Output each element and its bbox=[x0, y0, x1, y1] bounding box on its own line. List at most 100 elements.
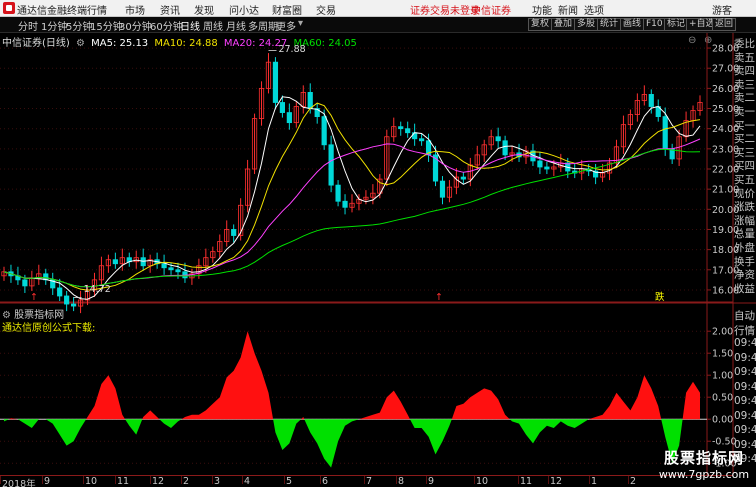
period-monthly[interactable]: 月线 bbox=[226, 18, 246, 33]
date-tick-mark: | bbox=[588, 475, 591, 484]
adjust-button[interactable]: 复权 bbox=[528, 18, 553, 31]
candle-body bbox=[105, 259, 111, 267]
candle-body bbox=[98, 265, 105, 281]
candle-body bbox=[224, 229, 230, 242]
menu-news[interactable]: 资讯 bbox=[160, 2, 180, 17]
back-button[interactable]: 返回 bbox=[712, 18, 737, 31]
overlay-button[interactable]: 叠加 bbox=[551, 18, 576, 31]
menu-function[interactable]: 功能 bbox=[532, 2, 552, 17]
ma10-line bbox=[3, 102, 701, 291]
candle-body bbox=[523, 150, 529, 158]
period-60min[interactable]: 60分钟 bbox=[150, 18, 183, 33]
date-tick-label: 9 bbox=[428, 476, 435, 487]
login-status[interactable]: 证券交易未登录 bbox=[410, 2, 480, 17]
menu-discover[interactable]: 发现 bbox=[194, 2, 214, 17]
period-daily[interactable]: 日线 bbox=[180, 18, 200, 33]
ma20-line bbox=[3, 138, 701, 288]
date-tick-label: 8 bbox=[398, 476, 405, 487]
zoom-out-icon[interactable]: ⊖ bbox=[688, 35, 696, 46]
candle-body bbox=[182, 271, 188, 279]
candle-body bbox=[370, 192, 376, 198]
candle-body bbox=[22, 279, 28, 287]
period-multi[interactable]: 多周期 bbox=[248, 18, 278, 33]
guest-label[interactable]: 游客 bbox=[712, 2, 732, 17]
osc-negative-area bbox=[17, 419, 39, 428]
candle-body bbox=[509, 152, 515, 156]
osc-tick-label: 0.00 bbox=[712, 415, 733, 426]
date-tick-label: 10 bbox=[85, 476, 98, 487]
stock-label: 中信证券(日线) bbox=[2, 38, 70, 49]
stats-button[interactable]: 统计 bbox=[597, 18, 622, 31]
period-30min[interactable]: 30分钟 bbox=[119, 18, 152, 33]
multi-stock-button[interactable]: 多股 bbox=[574, 18, 599, 31]
candle-body bbox=[196, 265, 202, 275]
watermark-url: www.7gpzb.com bbox=[658, 468, 750, 481]
date-tick-label: 12 bbox=[550, 476, 563, 487]
candle-body bbox=[293, 106, 299, 124]
date-tick-label: 1 bbox=[591, 476, 598, 487]
candle-body bbox=[530, 150, 536, 162]
draw-line-button[interactable]: 画线 bbox=[620, 18, 645, 31]
menu-trade[interactable]: 交易 bbox=[316, 2, 336, 17]
osc-positive-area bbox=[142, 410, 160, 420]
date-tick-label: 2018年 bbox=[2, 479, 36, 487]
candle-body bbox=[669, 148, 675, 160]
menu-quotes[interactable]: 行情 bbox=[87, 2, 107, 17]
candle-body bbox=[606, 162, 613, 174]
period-weekly[interactable]: 周线 bbox=[203, 18, 223, 33]
period-1min[interactable]: 1分钟 bbox=[41, 18, 67, 33]
candle-body bbox=[349, 202, 355, 208]
period-more[interactable]: 更多 bbox=[276, 18, 296, 33]
f10-button[interactable]: F10 bbox=[643, 18, 666, 31]
broker-name[interactable]: 中信证券 bbox=[471, 2, 511, 17]
candle-body bbox=[488, 136, 494, 146]
date-tick-mark: | bbox=[547, 475, 550, 484]
candle-body bbox=[467, 164, 473, 180]
candle-body bbox=[279, 102, 286, 113]
osc-positive-area bbox=[86, 375, 126, 420]
date-tick-label: 10 bbox=[476, 476, 489, 487]
osc-negative-area bbox=[509, 419, 589, 444]
title-bar: 通达信金融终端 行情 市场 资讯 发现 问小达 财富圈 交易 证券交易未登录 中… bbox=[0, 0, 756, 17]
osc-positive-area bbox=[682, 381, 700, 420]
more-chevron-icon[interactable]: ▾ bbox=[298, 18, 303, 29]
candle-body bbox=[328, 144, 334, 186]
candle-body bbox=[77, 299, 84, 307]
date-tick-label: 3 bbox=[214, 476, 221, 487]
menu-options[interactable]: 选项 bbox=[584, 2, 604, 17]
osc-tick-label: 2.00 bbox=[712, 327, 733, 338]
candle-body bbox=[203, 257, 209, 267]
candle-body bbox=[189, 273, 195, 279]
tick-row-label: 09:4 bbox=[734, 351, 756, 364]
candle-body bbox=[112, 259, 118, 265]
candle-body bbox=[460, 176, 466, 180]
candle-body bbox=[586, 168, 592, 172]
candle-body bbox=[425, 140, 432, 156]
tick-row-label: 行情 bbox=[734, 324, 755, 337]
menu-market[interactable]: 市场 bbox=[125, 2, 145, 17]
signal-marker: ↑ bbox=[435, 292, 443, 303]
candle-body bbox=[662, 116, 668, 150]
candle-body bbox=[439, 180, 446, 198]
chart-canvas: 28.0027.0026.0025.0024.0023.0022.0021.00… bbox=[0, 33, 756, 475]
zoom-in-icon[interactable]: ⊕ bbox=[704, 35, 712, 46]
date-tick-mark: | bbox=[0, 475, 2, 484]
mark-button[interactable]: 标记 bbox=[664, 18, 689, 31]
quote-field-label[interactable]: 收益 bbox=[734, 281, 755, 296]
date-tick-mark: | bbox=[149, 475, 152, 484]
candle-body bbox=[119, 257, 125, 265]
date-tick-mark: | bbox=[82, 475, 85, 484]
candle-body bbox=[363, 196, 369, 200]
date-tick-mark: | bbox=[283, 475, 286, 484]
period-5min[interactable]: 5分钟 bbox=[66, 18, 92, 33]
osc-positive-area bbox=[588, 375, 662, 420]
period-15min[interactable]: 15分钟 bbox=[90, 18, 123, 33]
menu-news-right[interactable]: 新闻 bbox=[558, 2, 578, 17]
menu-wealth[interactable]: 财富圈 bbox=[272, 2, 302, 17]
candle-body bbox=[405, 128, 411, 134]
candle-body bbox=[300, 92, 306, 107]
period-timeshare[interactable]: 分时 bbox=[18, 18, 38, 33]
menu-ask[interactable]: 问小达 bbox=[229, 2, 259, 17]
osc-tick-label: 1.50 bbox=[712, 349, 733, 360]
settings-gear-icon[interactable]: ⚙ bbox=[76, 38, 85, 49]
